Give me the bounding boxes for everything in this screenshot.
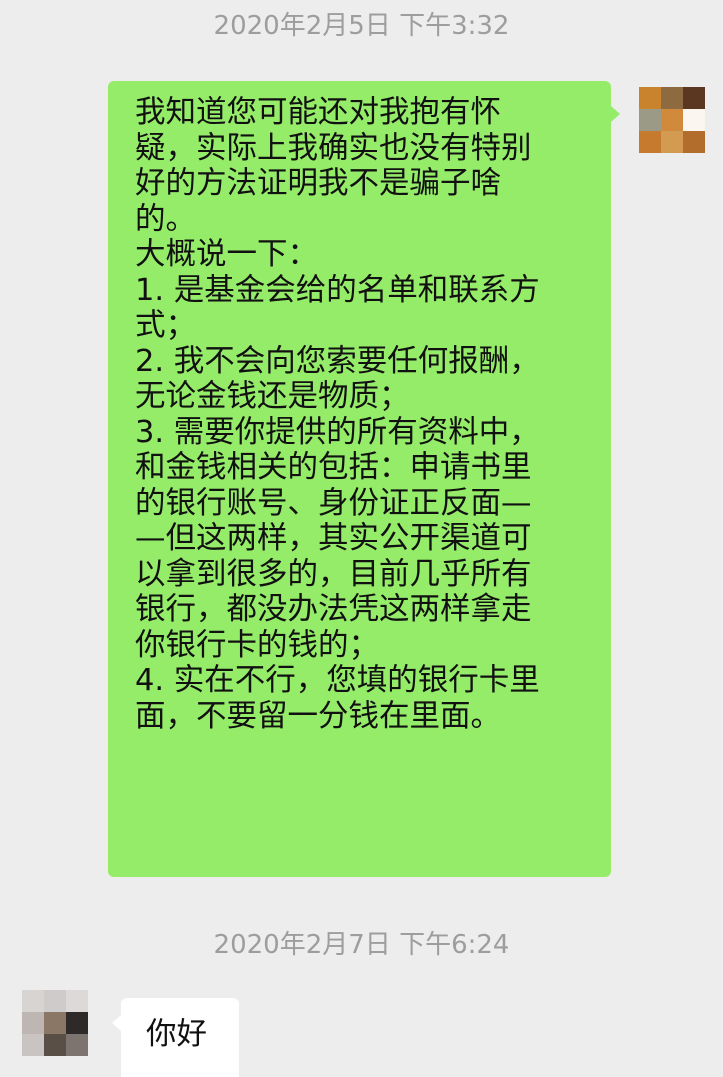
message-line: 以拿到很多的，目前几乎所有 bbox=[135, 556, 532, 592]
outgoing-message-text: 我知道您可能还对我抱有怀 疑，实际上我确实也没有特别 好的方法证明我不是骗子啥 的。大… bbox=[135, 95, 601, 734]
message-line: —但这两样，其实公开渠道可 bbox=[135, 521, 532, 556]
message-line: 4. 实在不行，您填的银行卡里 bbox=[135, 663, 540, 698]
message-line: 1. 是基金会给的名单和联系方 bbox=[135, 272, 540, 308]
contact-avatar[interactable] bbox=[22, 990, 88, 1056]
incoming-message-text: 你好 bbox=[146, 1017, 207, 1052]
message-line: 银行，都没办法凭这两样拿走 bbox=[135, 592, 532, 627]
message-line: 我知道您可能还对我抱有怀 bbox=[135, 95, 501, 130]
timestamp: 2020年2月5日 下午3:32 bbox=[213, 11, 510, 41]
message-line: 好的方法证明我不是骗子啥 bbox=[135, 166, 501, 201]
outgoing-message-bubble[interactable]: 我知道您可能还对我抱有怀 疑，实际上我确实也没有特别 好的方法证明我不是骗子啥 的。大… bbox=[108, 81, 611, 877]
message-line: 式； bbox=[135, 308, 196, 343]
message-line: 的银行账号、身份证正反面— bbox=[135, 485, 532, 521]
message-line: 大概说一下： bbox=[135, 237, 318, 272]
incoming-message-bubble[interactable]: 你好 bbox=[121, 998, 239, 1077]
message-line: 2. 我不会向您索要任何报酬， bbox=[135, 343, 540, 379]
message-line: 疑，实际上我确实也没有特别 bbox=[135, 130, 532, 166]
self-avatar[interactable] bbox=[639, 87, 705, 153]
outgoing-bubble-tail bbox=[611, 106, 620, 122]
message-line: 面，不要留一分钱在里面。 bbox=[135, 698, 501, 734]
message-line: 你银行卡的钱的； bbox=[135, 627, 379, 663]
message-line: 和金钱相关的包括：申请书里 bbox=[135, 450, 532, 485]
message-line: 无论金钱还是物质； bbox=[135, 379, 410, 414]
timestamp: 2020年2月7日 下午6:24 bbox=[213, 930, 510, 960]
message-line: 的。 bbox=[135, 201, 196, 237]
incoming-bubble-tail bbox=[112, 1015, 121, 1031]
message-line: 3. 需要你提供的所有资料中， bbox=[135, 414, 540, 450]
